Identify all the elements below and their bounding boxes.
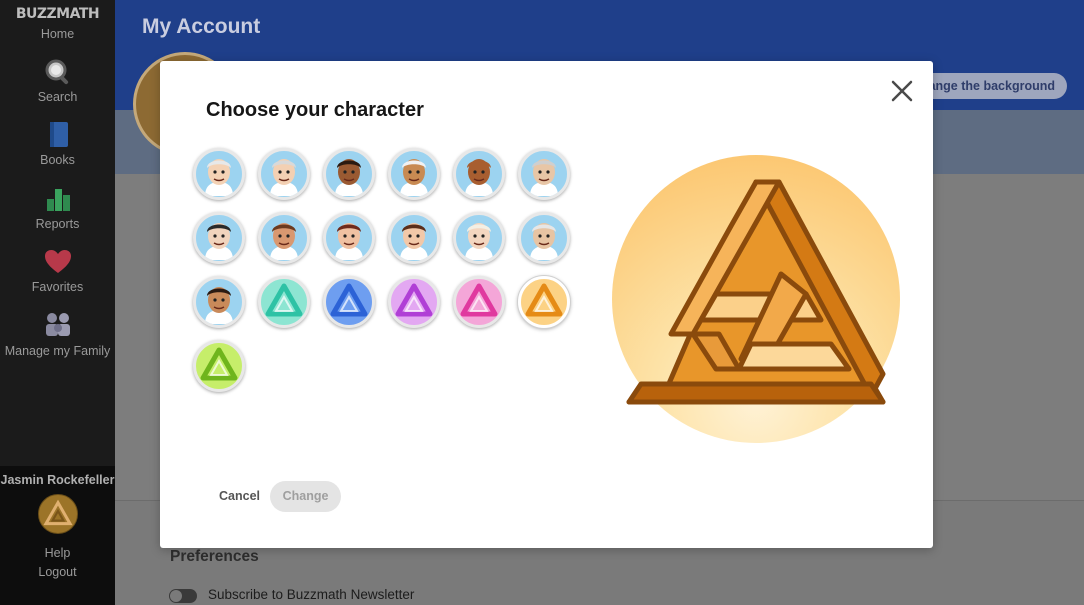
search-icon xyxy=(45,59,68,85)
sidebar-item-label: Reports xyxy=(35,217,80,231)
woman-red-hair-avatar[interactable] xyxy=(323,212,375,264)
sidebar-item-reports[interactable]: Reports xyxy=(0,185,115,231)
choose-character-dialog: Choose your character Cancel Change xyxy=(160,61,933,548)
young-man-avatar[interactable] xyxy=(323,148,375,200)
avatar[interactable] xyxy=(37,494,78,534)
purple-hourglass-avatar[interactable] xyxy=(388,276,440,328)
sidebar-item-family[interactable]: Manage my Family xyxy=(0,311,115,360)
help-link[interactable]: Help xyxy=(0,546,115,560)
close-icon[interactable] xyxy=(890,79,914,103)
sidebar-item-home[interactable]: Home xyxy=(0,27,115,41)
sidebar-item-search[interactable]: Search xyxy=(0,58,115,104)
grandmother-avatar[interactable] xyxy=(258,148,310,200)
page-title: My Account xyxy=(142,15,261,38)
turban-man-avatar[interactable] xyxy=(388,148,440,200)
woman-blonde-avatar[interactable] xyxy=(453,212,505,264)
dialog-title: Choose your character xyxy=(206,99,424,121)
sidebar-item-label: Favorites xyxy=(31,280,84,294)
sidebar-item-label: Books xyxy=(40,153,75,167)
preferences-title: Preferences xyxy=(170,548,259,565)
sidebar-item-label: Search xyxy=(37,90,78,104)
logout-link[interactable]: Logout xyxy=(0,565,115,579)
sidebar-item-label: Manage my Family xyxy=(4,344,111,358)
man-dark-hair-avatar[interactable] xyxy=(193,212,245,264)
buzzmath-logo[interactable]: BUZZMATH xyxy=(0,6,115,22)
heart-icon xyxy=(44,250,71,273)
orange-triangle-avatar[interactable] xyxy=(518,276,570,328)
sidebar-item-favorites[interactable]: Favorites xyxy=(0,248,115,294)
sidebar-item-books[interactable]: Books xyxy=(0,121,115,167)
white-beard-elder-avatar[interactable] xyxy=(518,212,570,264)
user-name: Jasmin Rockefeller xyxy=(0,473,115,487)
change-button[interactable]: Change xyxy=(270,481,341,512)
book-icon xyxy=(49,122,68,147)
user-panel: Jasmin Rockefeller Help Logout xyxy=(0,466,115,605)
triangle-avatar-icon xyxy=(42,499,73,526)
green-impossible-avatar[interactable] xyxy=(193,340,245,392)
sidebar: BUZZMATH Home Search Books Reports Favor… xyxy=(0,0,115,605)
elderly-scientist-avatar[interactable] xyxy=(193,148,245,200)
newsletter-label: Subscribe to Buzzmath Newsletter xyxy=(208,587,415,602)
character-preview xyxy=(612,155,900,443)
woman-curly-hair-avatar[interactable] xyxy=(193,276,245,328)
family-icon xyxy=(45,313,70,336)
woman-brown-hair-avatar[interactable] xyxy=(388,212,440,264)
bar-chart-icon xyxy=(46,189,70,211)
bearded-man-avatar[interactable] xyxy=(258,212,310,264)
newsletter-toggle[interactable] xyxy=(169,589,197,603)
bald-elder-avatar[interactable] xyxy=(518,148,570,200)
sidebar-item-label: Home xyxy=(40,27,75,41)
orange-triangle-preview-icon xyxy=(626,179,886,405)
pink-triangle-avatar[interactable] xyxy=(453,276,505,328)
bald-man-avatar[interactable] xyxy=(453,148,505,200)
blue-cube-avatar[interactable] xyxy=(323,276,375,328)
teal-knot-avatar[interactable] xyxy=(258,276,310,328)
cancel-button[interactable]: Cancel xyxy=(219,489,260,503)
